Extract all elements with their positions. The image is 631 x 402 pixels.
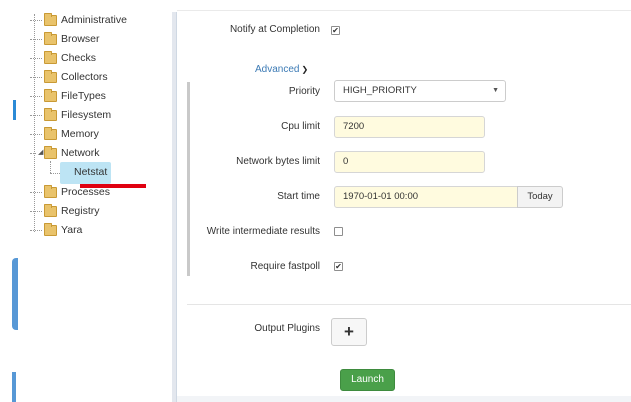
- write-results-checkbox[interactable]: [334, 227, 343, 236]
- priority-label: Priority: [288, 86, 320, 97]
- cpu-limit-label: Cpu limit: [281, 121, 320, 132]
- advanced-label: Advanced: [255, 64, 300, 75]
- tree-item-network[interactable]: ◢ Network: [30, 144, 100, 162]
- caret-down-icon: ▼: [492, 87, 499, 94]
- notify-checkbox[interactable]: ✔: [331, 26, 340, 35]
- write-results-label: Write intermediate results: [206, 226, 320, 237]
- tree-branch: [30, 95, 42, 97]
- start-time-label: Start time: [277, 191, 320, 202]
- selection-highlight-mark: [80, 184, 146, 188]
- tree-item-filesystem[interactable]: Filesystem: [30, 106, 111, 124]
- left-edge-handle-top: [12, 258, 18, 330]
- tree-item-label: Collectors: [61, 71, 108, 83]
- tree-branch: [30, 210, 42, 212]
- tree-branch: [30, 76, 42, 78]
- today-button[interactable]: Today: [517, 186, 563, 208]
- tree-branch: [30, 19, 42, 21]
- folder-icon: [44, 50, 57, 64]
- tree-item-label: Filesystem: [61, 109, 112, 121]
- tree-branch: [30, 114, 42, 116]
- tree-item-label: Registry: [61, 205, 100, 217]
- tree-item-collectors[interactable]: Collectors: [30, 68, 108, 86]
- check-icon: ✔: [332, 25, 339, 35]
- section-divider: [187, 304, 631, 305]
- fastpoll-label: Require fastpoll: [250, 261, 320, 272]
- left-edge-handle-bottom: [12, 372, 16, 402]
- priority-select[interactable]: HIGH_PRIORITY ▼: [334, 80, 506, 102]
- advanced-toggle[interactable]: Advanced ❯: [255, 64, 308, 75]
- folder-icon: [44, 88, 57, 102]
- folder-icon: [44, 107, 57, 121]
- tree-subguide: [50, 161, 51, 173]
- bottom-edge: [177, 396, 631, 402]
- left-edge: [0, 0, 14, 402]
- tree-item-label: FileTypes: [61, 90, 106, 102]
- tree-item-checks[interactable]: Checks: [30, 49, 96, 67]
- plus-icon: +: [344, 322, 354, 341]
- tree-item-registry[interactable]: Registry: [30, 202, 100, 220]
- tree-item-yara[interactable]: Yara: [30, 221, 82, 239]
- launch-button[interactable]: Launch: [340, 369, 395, 391]
- tree-branch: [30, 191, 42, 193]
- tree-item-browser[interactable]: Browser: [30, 30, 100, 48]
- folder-icon: [44, 184, 57, 198]
- tree-item-label: Yara: [61, 224, 83, 236]
- cpu-limit-value: 7200: [343, 121, 365, 132]
- tree-branch: [30, 38, 42, 40]
- tree-item-netstat[interactable]: Netstat: [60, 162, 112, 184]
- add-output-plugin-button[interactable]: +: [331, 318, 367, 346]
- tree-item-memory[interactable]: Memory: [30, 125, 99, 143]
- tree-item-filetypes[interactable]: FileTypes: [30, 87, 106, 105]
- network-bytes-input[interactable]: 0: [334, 151, 485, 173]
- priority-value: HIGH_PRIORITY: [343, 85, 417, 96]
- tree-item-label: Netstat: [60, 162, 112, 184]
- check-icon: ✔: [335, 261, 342, 271]
- tree-item-administrative[interactable]: Administrative: [30, 11, 127, 29]
- tree-item-label: Administrative: [61, 14, 127, 26]
- fastpoll-checkbox[interactable]: ✔: [334, 262, 343, 271]
- network-bytes-value: 0: [343, 156, 349, 167]
- tree-branch: [30, 229, 42, 231]
- tree-item-label: Browser: [61, 33, 100, 45]
- folder-icon: [44, 126, 57, 140]
- folder-icon: [44, 203, 57, 217]
- notify-label: Notify at Completion: [229, 24, 320, 35]
- tree-item-label: Memory: [61, 128, 99, 140]
- chevron-down-icon: ❯: [301, 65, 309, 74]
- tree-branch: [30, 152, 36, 154]
- folder-icon: [44, 12, 57, 26]
- flow-tree: Administrative Browser Checks Collectors…: [22, 4, 172, 402]
- output-plugins-label: Output Plugins: [254, 323, 320, 334]
- folder-icon: [44, 31, 57, 45]
- advanced-section-bar: [187, 82, 190, 276]
- tree-subbranch: [50, 173, 60, 174]
- start-time-input[interactable]: 1970-01-01 00:00: [334, 186, 518, 208]
- tree-item-label: Network: [61, 147, 100, 159]
- start-time-value: 1970-01-01 00:00: [343, 191, 419, 202]
- folder-icon: [44, 222, 57, 236]
- tree-branch: [30, 133, 42, 135]
- folder-open-icon: [44, 145, 57, 159]
- folder-icon: [44, 69, 57, 83]
- tree-item-label: Checks: [61, 52, 97, 64]
- cpu-limit-input[interactable]: 7200: [334, 116, 485, 138]
- tree-branch: [30, 57, 42, 59]
- flow-launch-form: Notify at Completion ✔ Advanced ❯ Priorit…: [177, 0, 631, 402]
- top-divider: [177, 10, 631, 11]
- left-edge-marker: [13, 100, 16, 120]
- network-bytes-label: Network bytes limit: [236, 156, 320, 167]
